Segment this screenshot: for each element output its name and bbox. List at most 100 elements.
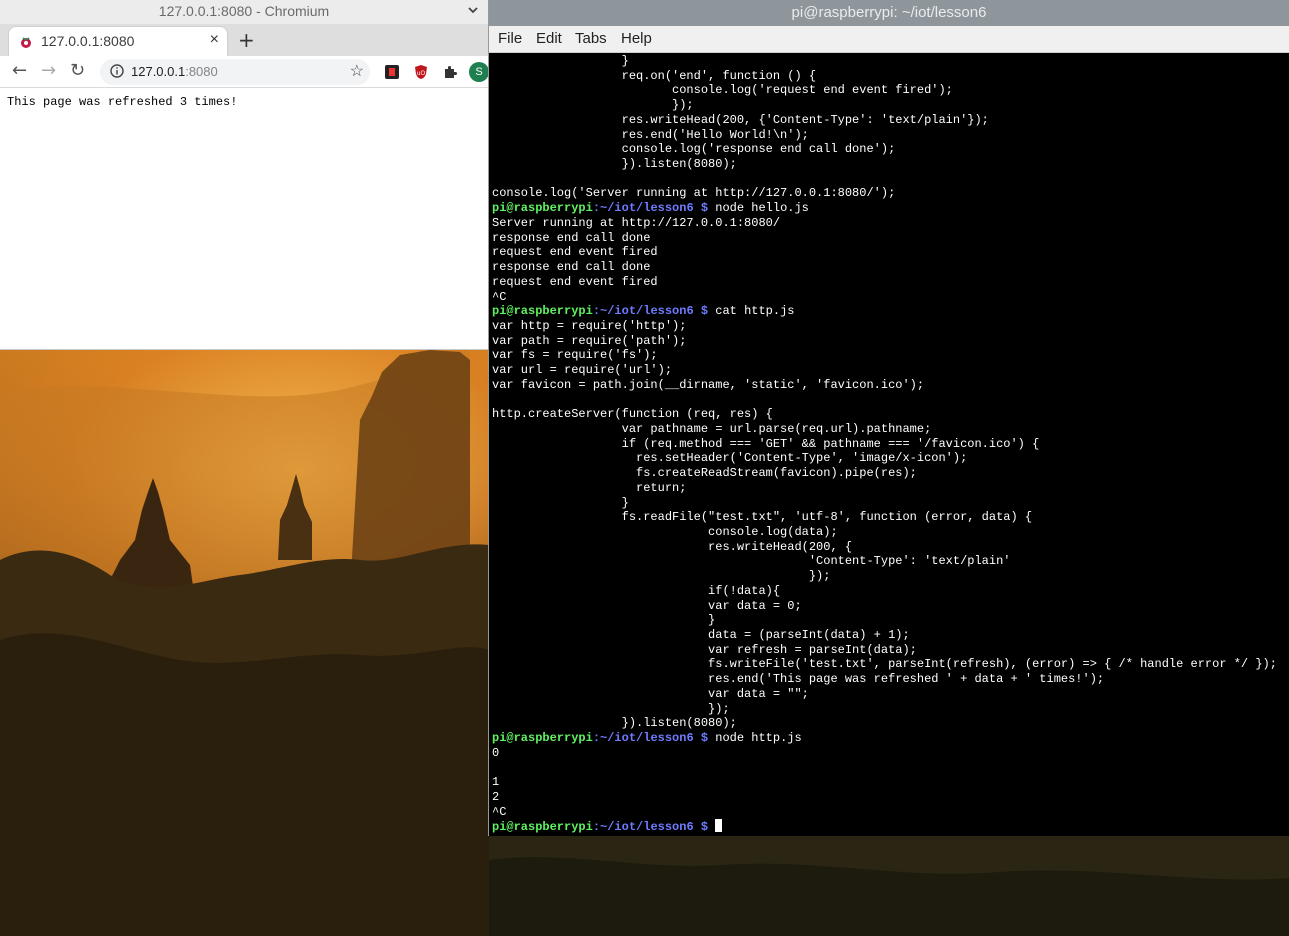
prompt-path: ~/iot/lesson6 $ [600,201,709,216]
chevron-down-icon[interactable] [466,3,480,17]
terminal-line: fs.readFile("test.txt", 'utf-8', functio… [492,510,1289,525]
terminal-line-text: console.log('response end call done'); [492,142,896,157]
back-arrow-icon[interactable]: ← [12,62,27,80]
tab-close-button[interactable]: × [210,31,219,49]
terminal-menubar: File Edit Tabs Help [489,26,1289,53]
terminal-line: res.writeHead(200, { [492,540,1289,555]
terminal-line: var pathname = url.parse(req.url).pathna… [492,422,1289,437]
terminal-line: return; [492,481,1289,496]
terminal-line: if(!data){ [492,584,1289,599]
terminal-line-text: data = (parseInt(data) + 1); [492,628,910,643]
new-tab-button[interactable]: + [238,28,255,52]
terminal-line-text: ^C [492,804,507,819]
terminal-line-text: res.end('This page was refreshed ' + dat… [492,672,1105,687]
prompt-user: pi@raspberrypi [492,820,593,835]
terminal-line-text [708,820,715,834]
prompt-path: ~/iot/lesson6 $ [600,731,709,746]
menu-file[interactable]: File [498,30,522,47]
terminal-line: 0 [492,746,1289,761]
terminal-line-text: var fs = require('fs'); [492,348,658,363]
menu-tabs[interactable]: Tabs [575,30,607,47]
menu-edit[interactable]: Edit [536,30,562,47]
terminal-line-text: cat http.js [708,304,795,319]
terminal-line: console.log(data); [492,525,1289,540]
terminal-line: request end event fired [492,245,1289,260]
terminal-prompt-line: pi@raspberrypi:~/iot/lesson6 $ [492,819,1289,834]
terminal-line-text: var refresh = parseInt(data); [492,642,917,657]
terminal-titlebar[interactable]: pi@raspberrypi: ~/iot/lesson6 [489,0,1289,26]
terminal-line-text: 1 [492,775,500,790]
terminal-line: req.on('end', function () { [492,69,1289,84]
terminal-line-text: }); [492,98,694,113]
info-icon[interactable] [110,64,124,78]
terminal-line-text: node http.js [708,731,802,746]
terminal-line-text: }); [492,569,831,584]
reader-extension-icon[interactable] [384,64,400,80]
terminal-line-text: http.createServer(function (req, res) { [492,407,773,422]
terminal-line-text: request end event fired [492,274,658,289]
chromium-titlebar[interactable]: 127.0.0.1:8080 - Chromium [0,0,488,24]
terminal-line: }); [492,98,1289,113]
terminal-line: ^C [492,805,1289,820]
terminal-line-text: request end event fired [492,245,658,260]
page-body-text: This page was refreshed 3 times! [7,95,238,109]
terminal-prompt-line: pi@raspberrypi:~/iot/lesson6 $ node hell… [492,201,1289,216]
url-port: :8080 [185,64,218,79]
terminal-line-text: if(!data){ [492,583,781,598]
url-host: 127.0.0.1 [131,64,186,79]
prompt-separator: : [592,304,601,319]
terminal-line-text: node hello.js [708,201,809,216]
terminal-line-text: res.setHeader('Content-Type', 'image/x-i… [492,451,968,466]
prompt-separator: : [592,820,601,835]
terminal-line-text: var url = require('url'); [492,363,673,378]
terminal-prompt-line: pi@raspberrypi:~/iot/lesson6 $ cat http.… [492,304,1289,319]
prompt-separator: : [592,201,601,216]
terminal-line: 1 [492,775,1289,790]
chromium-window: 127.0.0.1:8080 - Chromium 127.0.0.1:8080… [0,0,489,350]
terminal-line: }); [492,569,1289,584]
reload-icon[interactable]: ↻ [70,62,85,80]
terminal-line-text: Server running at http://127.0.0.1:8080/ [492,215,781,230]
terminal-line-text: }).listen(8080); [492,716,737,731]
terminal-line-text: var data = 0; [492,598,802,613]
address-bar[interactable]: 127.0.0.1:8080 ☆ [100,59,370,85]
terminal-line: response end call done [492,231,1289,246]
profile-avatar[interactable]: S [469,62,488,82]
terminal-line: res.end('Hello World!\n'); [492,128,1289,143]
terminal-line-text: res.end('Hello World!\n'); [492,127,809,142]
terminal-line: console.log('Server running at http://12… [492,186,1289,201]
terminal-line-text: if (req.method === 'GET' && pathname ===… [492,436,1040,451]
terminal-line-text: 0 [492,745,500,760]
prompt-path: ~/iot/lesson6 $ [600,304,709,319]
svg-text:uO: uO [417,70,426,77]
tab-active[interactable]: 127.0.0.1:8080 × [8,26,228,56]
tab-title: 127.0.0.1:8080 [41,33,135,49]
terminal-line-text: } [492,54,629,68]
forward-arrow-icon[interactable]: → [41,62,56,80]
terminal-line-text: res.writeHead(200, { [492,539,853,554]
terminal-line-text: 2 [492,789,500,804]
menu-help[interactable]: Help [621,30,652,47]
terminal-line: var path = require('path'); [492,334,1289,349]
terminal-line: } [492,54,1289,69]
terminal-line-text: fs.createReadStream(favicon).pipe(res); [492,466,917,481]
terminal-line: }).listen(8080); [492,157,1289,172]
terminal-cursor [715,819,723,833]
extensions-puzzle-icon[interactable] [442,64,458,80]
terminal-prompt-line: pi@raspberrypi:~/iot/lesson6 $ node http… [492,731,1289,746]
terminal-line-text: console.log('request end event fired'); [492,83,953,98]
bookmark-star-icon[interactable]: ☆ [350,61,364,81]
terminal-line: } [492,613,1289,628]
terminal-line-text: response end call done [492,260,651,275]
terminal-output[interactable]: } req.on('end', function () { console.lo… [492,53,1289,836]
terminal-line: var refresh = parseInt(data); [492,643,1289,658]
ublock-shield-icon[interactable]: uO [413,64,429,80]
terminal-line-text: console.log('Server running at http://12… [492,186,896,201]
terminal-line-text: fs.writeFile('test.txt', parseInt(refres… [492,657,1277,672]
terminal-line: var data = 0; [492,599,1289,614]
terminal-line: }); [492,702,1289,717]
terminal-line-text: }); [492,701,730,716]
terminal-line: fs.createReadStream(favicon).pipe(res); [492,466,1289,481]
